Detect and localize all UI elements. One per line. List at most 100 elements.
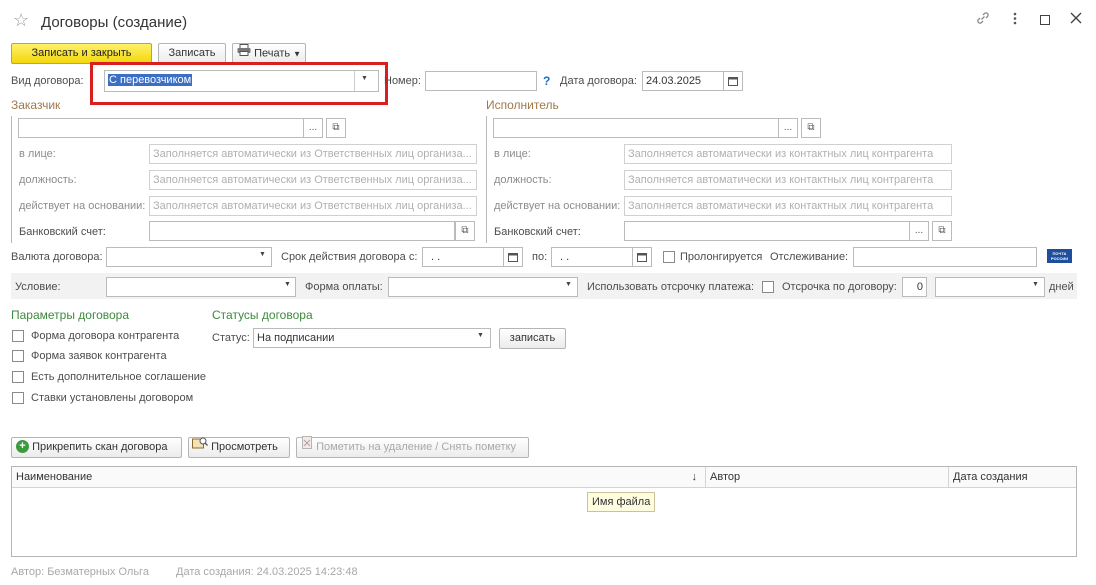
open-icon[interactable]: ⧉	[326, 118, 346, 138]
customer-title: Заказчик	[11, 98, 61, 112]
add-icon: +	[16, 439, 29, 453]
customer-bank-input[interactable]	[149, 221, 455, 241]
calendar-icon[interactable]	[723, 71, 743, 91]
deferral-label: Использовать отсрочку платежа:	[587, 281, 755, 293]
link-icon[interactable]	[975, 10, 991, 29]
customer-basis-input[interactable]: Заполняется автоматически из Ответственн…	[149, 196, 477, 216]
prolong-checkbox[interactable]	[663, 251, 675, 263]
executor-basis-input[interactable]: Заполняется автоматически из контактных …	[624, 196, 952, 216]
deferral-days-label: Отсрочка по договору:	[782, 281, 897, 293]
number-input[interactable]	[425, 71, 537, 91]
statuses-title: Статусы договора	[212, 308, 313, 322]
open-icon[interactable]: ⧉	[801, 118, 821, 138]
date-label: Дата договора:	[560, 75, 637, 87]
open-icon[interactable]: ⧉	[455, 221, 475, 241]
calendar-icon[interactable]	[503, 247, 523, 267]
print-button[interactable]: Печать ▼	[232, 43, 306, 64]
payment-form-select[interactable]	[388, 277, 578, 297]
dropdown-arrow-icon[interactable]: ▼	[1032, 281, 1039, 288]
param-checkbox[interactable]	[12, 371, 24, 383]
param-label: Форма заявок контрагента	[31, 350, 167, 362]
column-header-name[interactable]: Наименование ↓	[12, 467, 706, 488]
column-date-label: Дата создания	[953, 471, 1028, 483]
maximize-icon[interactable]	[1040, 15, 1050, 25]
select-button[interactable]: ...	[909, 221, 929, 241]
status-label: Статус:	[212, 332, 250, 344]
period-from-label: Срок действия договора с:	[281, 251, 418, 263]
footer-created: Дата создания: 24.03.2025 14:23:48	[176, 566, 358, 578]
files-table[interactable]: Наименование ↓ Автор Дата создания	[11, 466, 1077, 557]
customer-position-input[interactable]: Заполняется автоматически из Ответственн…	[149, 170, 477, 190]
mark-delete-button[interactable]: Пометить на удаление / Снять пометку	[296, 435, 529, 458]
param-label: Форма договора контрагента	[31, 330, 180, 342]
view-button[interactable]: Просмотреть	[188, 437, 290, 458]
save-button[interactable]: Записать	[158, 43, 226, 64]
customer-basis-label: действует на основании:	[19, 200, 146, 212]
print-label: Печать	[254, 47, 291, 60]
param-checkbox[interactable]	[12, 350, 24, 362]
more-vert-icon[interactable]	[1013, 10, 1017, 29]
attach-scan-button[interactable]: + Прикрепить скан договора	[11, 437, 182, 458]
mark-delete-label: Пометить на удаление / Снять пометку	[316, 441, 517, 453]
executor-position-label: должность:	[494, 174, 552, 186]
dropdown-arrow-icon[interactable]: ▼	[565, 281, 572, 288]
attach-scan-label: Прикрепить скан договора	[32, 441, 168, 453]
sort-arrow-icon: ↓	[691, 471, 698, 483]
executor-bank-input[interactable]	[624, 221, 910, 241]
open-icon[interactable]: ⧉	[932, 221, 952, 241]
customer-org-input[interactable]	[18, 118, 304, 138]
params-title: Параметры договора	[11, 308, 130, 322]
select-button[interactable]: ...	[303, 118, 323, 138]
customer-person-label: в лице:	[19, 148, 56, 160]
days-label: дней	[1049, 281, 1074, 293]
param-label: Ставки установлены договором	[31, 392, 194, 404]
column-header-date[interactable]: Дата создания	[949, 467, 1076, 488]
save-close-button[interactable]: Записать и закрыть	[11, 43, 152, 64]
executor-title: Исполнитель	[486, 98, 559, 112]
deferral-checkbox[interactable]	[762, 281, 774, 293]
column-header-author[interactable]: Автор	[706, 467, 949, 488]
deferral-days-input[interactable]: 0	[902, 277, 927, 297]
deferral-type-select[interactable]	[935, 277, 1045, 297]
dropdown-arrow-icon[interactable]: ▼	[477, 332, 484, 339]
delete-mark-icon	[301, 435, 313, 456]
calendar-icon[interactable]	[632, 247, 652, 267]
printer-icon	[237, 44, 251, 63]
number-label: Номер:	[384, 75, 421, 87]
post-logo-text: ПОЧТА РОССИИ	[1050, 251, 1069, 261]
param-checkbox[interactable]	[12, 392, 24, 404]
param-checkbox[interactable]	[12, 330, 24, 342]
window-title: Договоры (создание)	[41, 14, 188, 31]
select-button[interactable]: ...	[778, 118, 798, 138]
period-from-input[interactable]: . .	[422, 247, 504, 267]
date-input[interactable]: 24.03.2025	[642, 71, 724, 91]
tracking-input[interactable]	[853, 247, 1037, 267]
contract-type-select[interactable]: С перевозчиком	[104, 70, 379, 92]
footer-author: Автор: Безматерных Ольга	[11, 566, 149, 578]
contract-type-label: Вид договора:	[11, 75, 84, 87]
executor-position-input[interactable]: Заполняется автоматически из контактных …	[624, 170, 952, 190]
close-icon[interactable]	[1070, 12, 1082, 27]
star-icon[interactable]: ☆	[13, 11, 29, 29]
view-icon	[192, 436, 208, 456]
tooltip-text: Имя файла	[592, 496, 651, 508]
column-author-label: Автор	[710, 471, 741, 483]
post-logo[interactable]: ПОЧТА РОССИИ	[1047, 249, 1072, 263]
executor-border	[486, 116, 487, 243]
period-to-input[interactable]: . .	[551, 247, 633, 267]
currency-select[interactable]	[106, 247, 272, 267]
dropdown-arrow-icon[interactable]: ▼	[259, 251, 266, 258]
condition-select[interactable]	[106, 277, 296, 297]
status-save-button[interactable]: записать	[499, 328, 566, 349]
status-select[interactable]: На подписании	[253, 328, 491, 348]
customer-border	[11, 116, 12, 243]
customer-person-input[interactable]: Заполняется автоматически из Ответственн…	[149, 144, 477, 164]
dropdown-arrow-icon[interactable]: ▼	[284, 281, 291, 288]
customer-bank-label: Банковский счет:	[19, 226, 106, 238]
dropdown-arrow-icon[interactable]: ▼	[361, 75, 368, 82]
executor-person-input[interactable]: Заполняется автоматически из контактных …	[624, 144, 952, 164]
help-icon[interactable]: ?	[543, 74, 550, 88]
executor-org-input[interactable]	[493, 118, 779, 138]
executor-person-label: в лице:	[494, 148, 531, 160]
prolong-label: Пролонгируется	[680, 251, 763, 263]
